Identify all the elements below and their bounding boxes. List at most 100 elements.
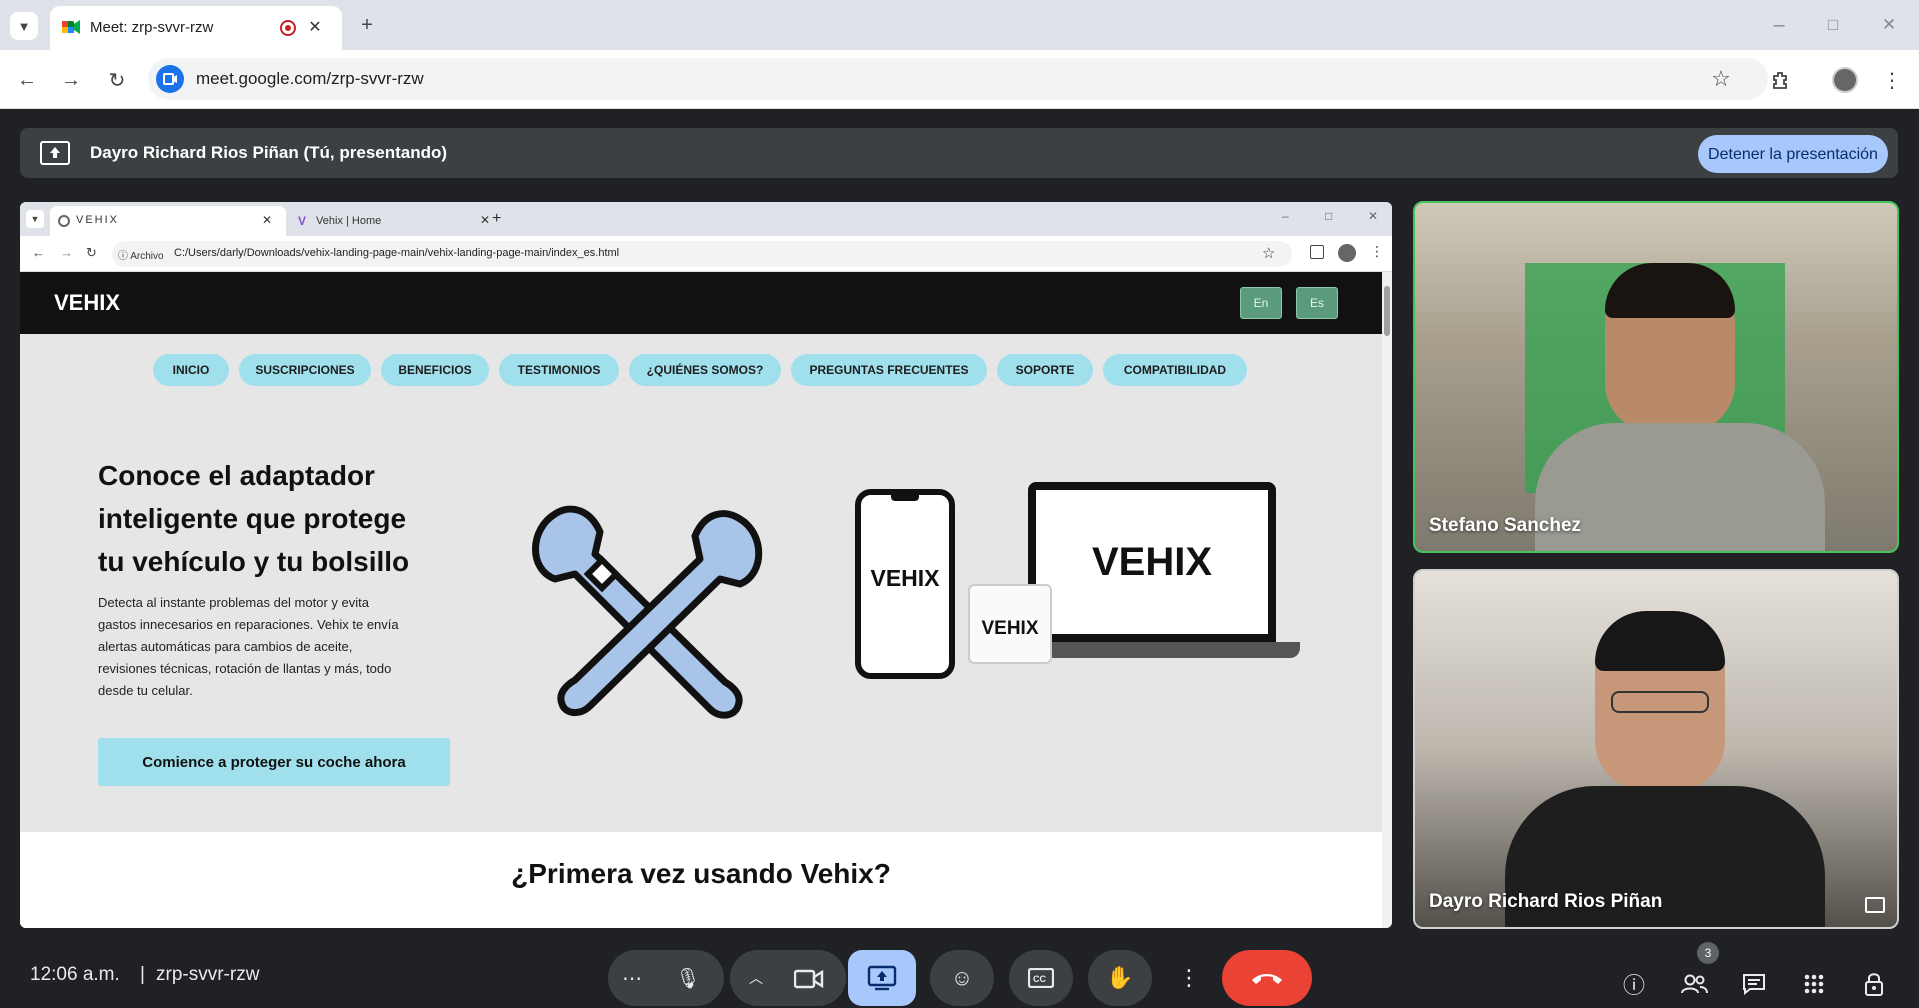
leave-call-button[interactable] [1222,950,1312,1006]
recording-icon [280,20,296,36]
site-chip[interactable]: ⓘ Archivo [118,247,164,262]
nav-quienes-somos[interactable]: ¿QUIÉNES SOMOS? [629,354,781,386]
hero-text-line: desde tu celular. [98,683,193,698]
audio-more-icon[interactable]: ⋯ [614,960,650,996]
hero-description: Detecta al instante problemas del motor … [98,592,458,702]
inner-tab-vehix[interactable]: VEHIX ✕ [50,206,286,236]
inner-address-bar[interactable]: ⓘ Archivo C:/Users/darly/Downloads/vehix… [112,241,1292,267]
tab-close-icon[interactable]: ✕ [304,16,326,38]
hero-text-line: revisiones técnicas, rotación de llantas… [98,661,392,676]
present-screen-icon [40,141,70,165]
activities-icon[interactable] [1794,964,1834,1004]
scrollbar-thumb[interactable] [1384,286,1390,336]
hero-title: Conoce el adaptador inteligente que prot… [98,454,458,583]
inner-menu-icon[interactable]: ⋮ [1370,243,1384,260]
more-options-button[interactable]: ⋮ [1167,950,1211,1006]
people-icon[interactable] [1674,964,1714,1004]
inner-reload-icon[interactable]: ↻ [86,245,97,261]
close-window-button[interactable]: ✕ [1874,10,1904,40]
hero-text-line: Detecta al instante problemas del motor … [98,595,369,610]
meet-stage: Dayro Richard Rios Piñan (Tú, presentand… [0,109,1919,1008]
inner-bookmark-icon[interactable]: ☆ [1262,244,1275,262]
inner-tab-close-icon[interactable]: ✕ [262,213,272,227]
pip-icon[interactable] [1865,897,1885,913]
participant-count-badge: 3 [1697,942,1719,964]
hero-text-line: alertas automáticas para cambios de acei… [98,639,353,654]
laptop-mockup: VEHIX [1028,482,1276,642]
captions-icon: CC [1028,968,1054,988]
inner-forward-icon[interactable]: → [60,245,73,260]
nav-testimonios[interactable]: TESTIMONIOS [499,354,619,386]
inner-tab-strip: ▼ VEHIX ✕ V Vehix | Home ✕ + – □ ✕ [20,202,1392,236]
inner-url-text: C:/Users/darly/Downloads/vehix-landing-p… [174,247,620,259]
separator: | [140,964,145,985]
stop-presenting-button[interactable]: Detener la presentación [1698,135,1888,173]
obd-label: VEHIX [981,618,1039,639]
extensions-icon[interactable] [1766,65,1796,95]
inner-browser-toolbar: ← → ↻ ⓘ Archivo C:/Users/darly/Downloads… [20,236,1392,272]
minimize-button[interactable]: – [1764,10,1794,40]
site-info-icon[interactable] [156,65,184,93]
address-bar[interactable]: meet.google.com/zrp-svvr-rzw ☆ [148,58,1768,100]
meeting-info-icon[interactable]: ⓘ [1614,964,1654,1004]
audio-control-group: ⋯ 🎙 [608,950,724,1006]
presenting-bar: Dayro Richard Rios Piñan (Tú, presentand… [20,128,1898,178]
nav-inicio[interactable]: INICIO [153,354,229,386]
inner-new-tab-button[interactable]: + [492,210,501,228]
host-controls-icon[interactable] [1854,964,1894,1004]
inner-tab-vehix-home[interactable]: V Vehix | Home ✕ [290,206,490,236]
lang-es-button[interactable]: Es [1296,287,1338,319]
page-scrollbar[interactable] [1382,272,1392,928]
inner-tab-search-icon[interactable]: ▼ [26,210,44,228]
video-options-icon[interactable]: ︿ [738,960,774,996]
inner-back-icon[interactable]: ← [32,245,45,260]
nav-soporte[interactable]: SOPORTE [997,354,1093,386]
reactions-button[interactable]: ☺ [930,950,994,1006]
section-title: ¿Primera vez usando Vehix? [511,858,891,889]
participant-tile[interactable]: Dayro Richard Rios Piñan [1413,569,1899,929]
more-vert-icon: ⋮ [1178,965,1200,990]
phone-label: VEHIX [870,565,940,591]
obd-device: VEHIX [968,584,1052,664]
inner-extensions-icon[interactable] [1310,245,1324,259]
participant-tile[interactable]: Stefano Sanchez [1413,201,1899,553]
chat-icon[interactable] [1734,964,1774,1004]
svg-text:CC: CC [1033,974,1046,984]
maximize-button[interactable]: □ [1818,10,1848,40]
forward-icon[interactable]: → [56,65,86,95]
globe-icon [58,215,70,227]
bookmark-star-icon[interactable]: ☆ [1706,64,1736,94]
browser-tab-strip: ▼ Meet: zrp-svvr-rzw ✕ + – □ ✕ [0,0,1919,50]
profile-avatar[interactable] [1832,67,1858,93]
present-button[interactable] [848,950,916,1006]
site-logo[interactable]: VEHIX [54,290,120,316]
tab-meet[interactable]: Meet: zrp-svvr-rzw ✕ [50,6,342,50]
phone-mockup: VEHIX [855,489,955,679]
presenting-text: Dayro Richard Rios Piñan (Tú, presentand… [90,143,448,162]
inner-close-button[interactable]: ✕ [1368,209,1378,223]
tab-search-icon[interactable]: ▼ [10,12,38,40]
inner-tab-close-icon[interactable]: ✕ [480,213,490,227]
inner-profile-avatar[interactable] [1338,244,1356,262]
raise-hand-button[interactable]: ✋ [1088,950,1152,1006]
microphone-icon[interactable]: 🎙 [670,960,706,996]
nav-suscripciones[interactable]: SUSCRIPCIONES [239,354,371,386]
lang-en-button[interactable]: En [1240,287,1282,319]
reload-icon[interactable]: ↻ [102,65,132,95]
captions-button[interactable]: CC [1009,950,1073,1006]
back-icon[interactable]: ← [12,65,42,95]
inner-minimize-button[interactable]: – [1282,209,1289,223]
participant-hair [1605,263,1735,318]
site-header: VEHIX En Es [20,272,1382,334]
inner-maximize-button[interactable]: □ [1325,209,1332,223]
nav-preguntas-frecuentes[interactable]: PREGUNTAS FRECUENTES [791,354,987,386]
phone-notch [891,495,919,501]
emoji-icon: ☺ [950,965,974,990]
new-tab-button[interactable]: + [354,12,380,38]
cta-button[interactable]: Comience a proteger su coche ahora [98,738,450,786]
nav-beneficios[interactable]: BENEFICIOS [381,354,489,386]
menu-kebab-icon[interactable]: ⋮ [1880,65,1904,95]
camera-icon[interactable] [793,969,824,989]
shared-screen: ▼ VEHIX ✕ V Vehix | Home ✕ + – □ ✕ ← → ↻… [20,202,1392,928]
nav-compatibilidad[interactable]: COMPATIBILIDAD [1103,354,1247,386]
